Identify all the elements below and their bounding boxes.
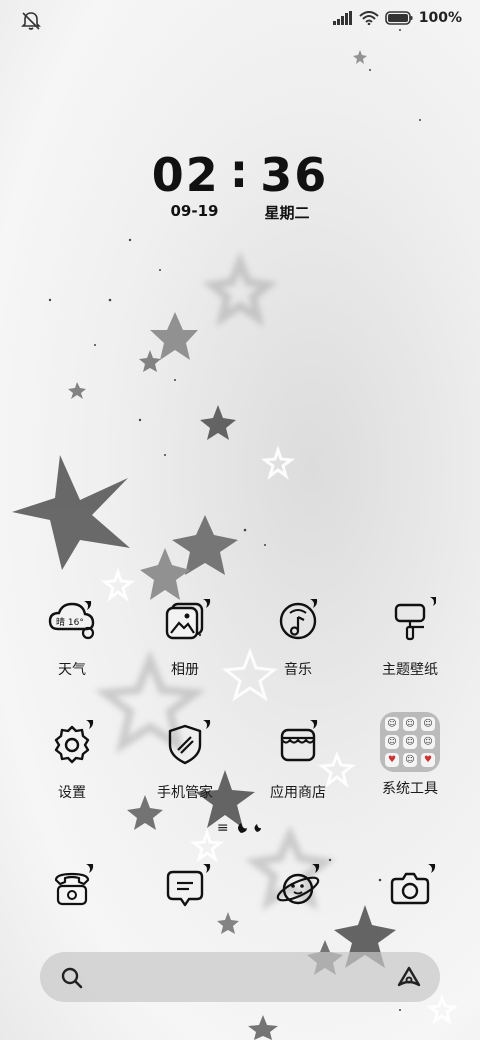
app-label: 设置 <box>58 785 86 801</box>
app-label: 手机管家 <box>157 785 213 801</box>
clock-minutes: 36 <box>260 148 329 202</box>
clock-colon: : <box>229 144 251 198</box>
clock-date: 09-19 <box>170 202 219 220</box>
bell-muted-icon <box>21 12 41 30</box>
dock-camera[interactable] <box>360 862 460 918</box>
app-themes[interactable]: 主题壁纸 <box>360 595 460 679</box>
page-indicator[interactable]: ≡ <box>0 820 480 836</box>
app-music[interactable]: 音乐 <box>248 595 348 679</box>
weather-badge: 晴 16° <box>56 616 84 628</box>
app-label: 应用商店 <box>270 785 326 801</box>
app-folder-system-tools[interactable]: ☺ ☺ ☺ ☺ ☺ ☺ ♥ ☺ ♥ 系统工具 <box>360 712 460 798</box>
page-indicator-list: ≡ <box>216 820 229 836</box>
folder-icon: ☺ ☺ ☺ ☺ ☺ ☺ ♥ ☺ ♥ <box>380 712 440 772</box>
assistant-icon[interactable] <box>396 965 422 989</box>
weather-icon: 晴 16° <box>48 601 95 640</box>
clock-weekday: 星期二 <box>264 204 310 222</box>
folder-mini-icon: ♥ <box>421 753 435 767</box>
folder-mini-icon: ☺ <box>421 735 435 749</box>
app-label: 主题壁纸 <box>382 662 438 678</box>
store-icon <box>280 720 318 762</box>
message-icon <box>166 864 211 907</box>
search-bar[interactable] <box>40 952 440 1002</box>
status-bar: 100% <box>0 0 480 40</box>
gear-icon <box>54 720 94 764</box>
app-phone-manager[interactable]: 手机管家 <box>135 718 235 802</box>
folder-mini-icon: ♥ <box>385 753 399 767</box>
battery-icon <box>384 11 413 25</box>
clock-hours: 02 <box>151 148 220 202</box>
app-store[interactable]: 应用商店 <box>248 718 348 802</box>
clock-widget[interactable]: 02:36 09-19 星期二 <box>0 144 480 223</box>
app-label: 天气 <box>58 662 86 678</box>
folder-mini-icon: ☺ <box>403 735 417 749</box>
search-icon[interactable] <box>60 966 84 990</box>
battery-percentage: 100% <box>418 10 462 26</box>
app-settings[interactable]: 设置 <box>22 718 122 802</box>
phone-icon <box>54 864 94 906</box>
folder-mini-icon: ☺ <box>403 753 417 767</box>
folder-mini-icon: ☺ <box>385 717 399 731</box>
cellular-signal-icon <box>332 11 352 25</box>
page-indicator-moons <box>238 823 262 833</box>
shield-icon <box>168 720 211 765</box>
browser-planet-icon <box>276 864 320 905</box>
folder-mini-icon: ☺ <box>403 717 417 731</box>
music-icon <box>279 599 318 640</box>
folder-mini-icon: ☺ <box>421 717 435 731</box>
folder-mini-icon: ☺ <box>385 735 399 749</box>
app-weather[interactable]: 晴 16° 天气 <box>22 595 122 679</box>
theme-brush-icon <box>394 597 438 641</box>
camera-icon <box>390 864 436 905</box>
dock-phone[interactable] <box>22 862 122 918</box>
gallery-icon <box>165 599 211 640</box>
app-gallery[interactable]: 相册 <box>135 595 235 679</box>
dock-browser[interactable] <box>248 862 348 918</box>
wifi-icon <box>359 11 379 25</box>
clock-time: 02:36 <box>0 144 480 202</box>
app-label: 相册 <box>171 662 199 678</box>
dock-messages[interactable] <box>135 862 235 918</box>
app-label: 音乐 <box>284 662 312 678</box>
app-label: 系统工具 <box>382 781 438 797</box>
